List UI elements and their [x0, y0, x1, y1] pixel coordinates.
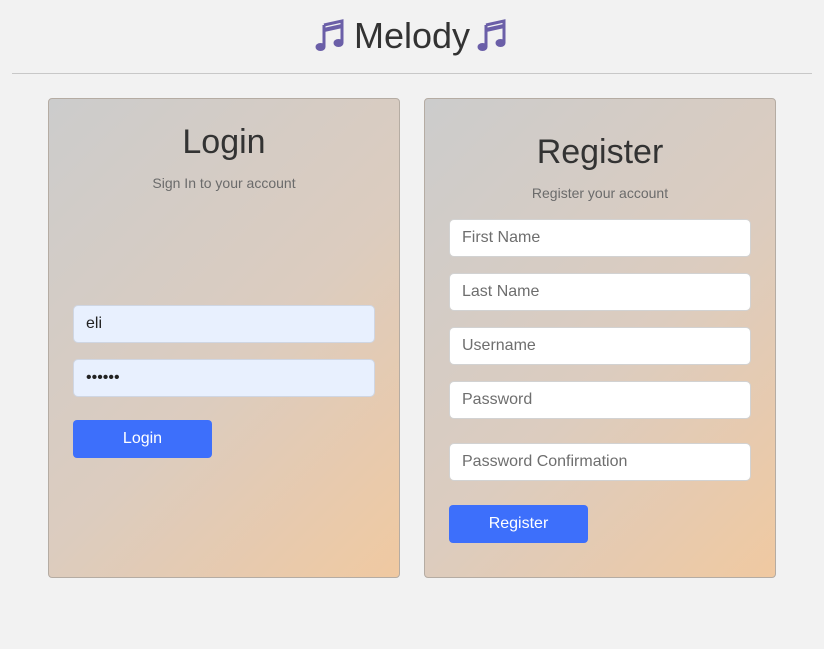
brand: Melody [0, 14, 824, 58]
login-password-input[interactable] [73, 359, 375, 397]
app-title: Melody [353, 15, 471, 56]
app-header: Melody [0, 0, 824, 74]
login-username-input[interactable] [73, 305, 375, 343]
register-card: Register Register your account Register [424, 98, 776, 578]
first-name-input[interactable] [449, 219, 751, 257]
register-username-input[interactable] [449, 327, 751, 365]
register-title: Register [536, 133, 664, 171]
login-subtitle: Sign In to your account [152, 175, 296, 191]
register-button[interactable]: Register [449, 505, 588, 543]
login-title: Login [182, 123, 266, 161]
register-subtitle: Register your account [531, 185, 669, 201]
login-card: Login Sign In to your account Login [48, 98, 400, 578]
last-name-input[interactable] [449, 273, 751, 311]
header-divider [12, 73, 812, 74]
music-notes-icon [477, 19, 506, 51]
music-notes-icon [315, 19, 344, 51]
login-button[interactable]: Login [73, 420, 212, 458]
register-password-input[interactable] [449, 381, 751, 419]
password-confirmation-input[interactable] [449, 443, 751, 481]
